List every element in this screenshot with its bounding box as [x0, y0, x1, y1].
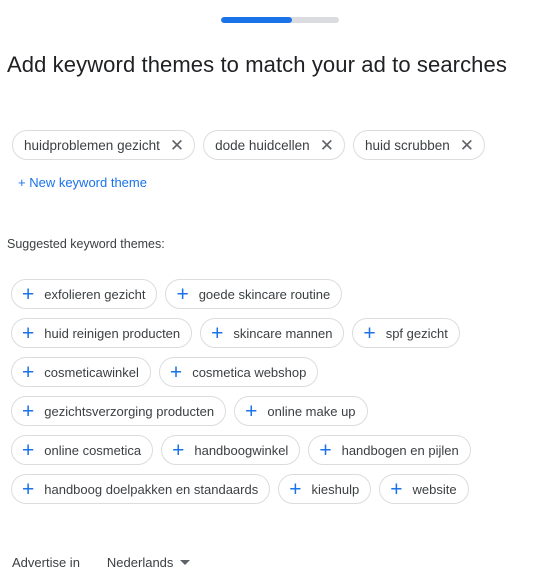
caret-down-icon [180, 560, 191, 565]
plus-icon: + [245, 399, 258, 423]
suggested-row: + handboog doelpakken en standaards + kiesh… [11, 474, 541, 504]
plus-icon: + [22, 477, 35, 501]
suggested-theme-chip[interactable]: + kieshulp [278, 474, 372, 504]
suggested-theme-label: online cosmetica [44, 442, 142, 458]
close-icon[interactable]: ✕ [170, 137, 184, 154]
suggested-theme-label: goede skincare routine [198, 286, 331, 302]
selected-theme-label: huidproblemen gezicht [24, 137, 160, 153]
close-icon[interactable]: ✕ [320, 137, 334, 154]
suggested-row: + exfolieren gezicht + goede skincare routi… [11, 279, 541, 309]
selected-theme-chip: huid scrubben ✕ [352, 130, 485, 160]
suggested-theme-chip[interactable]: + online cosmetica [11, 435, 154, 465]
suggested-theme-label: kieshulp [311, 481, 360, 497]
plus-icon: + [176, 282, 189, 306]
close-icon[interactable]: ✕ [460, 137, 474, 154]
page-title: Add keyword themes to match your ad to s… [7, 52, 507, 77]
selected-theme-label: dode huidcellen [215, 137, 310, 153]
suggested-themes-label: Suggested keyword themes: [7, 237, 165, 251]
selected-theme-label: huid scrubben [364, 137, 450, 153]
selected-theme-chip: dode huidcellen ✕ [203, 130, 345, 160]
plus-icon: + [390, 477, 403, 501]
suggested-keyword-themes: + exfolieren gezicht + goede skincare routi… [11, 279, 541, 504]
plus-icon: + [363, 321, 376, 345]
suggested-theme-chip[interactable]: + spf gezicht [352, 318, 460, 348]
suggested-theme-chip[interactable]: + handbogen en pijlen [308, 435, 471, 465]
suggested-theme-label: handboogwinkel [194, 442, 289, 458]
suggested-theme-chip[interactable]: + handboogwinkel [161, 435, 301, 465]
suggested-theme-label: huid reinigen producten [44, 325, 181, 341]
suggested-theme-chip[interactable]: + handboog doelpakken en standaards [11, 474, 271, 504]
suggested-theme-label: handboog doelpakken en standaards [44, 481, 259, 497]
plus-icon: + [22, 399, 35, 423]
suggested-theme-label: website [412, 481, 457, 497]
advertise-in-label: Advertise in [12, 555, 80, 570]
suggested-row: + cosmeticawinkel + cosmetica webshop [11, 357, 541, 387]
suggested-theme-label: skincare mannen [233, 325, 333, 341]
suggested-theme-chip[interactable]: + huid reinigen producten [11, 318, 193, 348]
suggested-theme-label: cosmeticawinkel [44, 364, 139, 380]
suggested-theme-label: online make up [267, 403, 356, 419]
new-keyword-theme-link[interactable]: + New keyword theme [18, 175, 147, 190]
suggested-theme-chip[interactable]: + cosmeticawinkel [11, 357, 151, 387]
suggested-theme-chip[interactable]: + skincare mannen [200, 318, 345, 348]
suggested-row: + online cosmetica + handboogwinkel + handbog… [11, 435, 541, 465]
plus-icon: + [169, 360, 183, 384]
suggested-theme-label: exfolieren gezicht [44, 286, 146, 302]
progress-fill [221, 17, 292, 23]
suggested-theme-chip[interactable]: + cosmetica webshop [158, 357, 319, 387]
suggested-theme-chip[interactable]: + online make up [234, 396, 368, 426]
plus-icon: + [172, 438, 185, 462]
suggested-row: + huid reinigen producten + skincare mannen… [11, 318, 541, 348]
suggested-theme-chip[interactable]: + exfolieren gezicht [11, 279, 158, 309]
suggested-row: + gezichtsverzorging producten + online mak… [11, 396, 541, 426]
suggested-theme-chip[interactable]: + gezichtsverzorging producten [11, 396, 227, 426]
selected-theme-chip: huidproblemen gezicht ✕ [12, 130, 196, 160]
plus-icon: + [211, 321, 224, 345]
plus-icon: + [319, 438, 332, 462]
suggested-theme-label: spf gezicht [385, 325, 448, 341]
plus-icon: + [22, 360, 35, 384]
plus-icon: + [22, 438, 35, 462]
plus-icon: + [22, 321, 35, 345]
country-dropdown[interactable]: Nederlands [107, 555, 191, 570]
suggested-theme-chip[interactable]: + goede skincare routine [165, 279, 343, 309]
plus-icon: + [289, 477, 302, 501]
progress-bar [221, 17, 339, 23]
suggested-theme-chip[interactable]: + website [379, 474, 469, 504]
advertise-in-row: Advertise in Nederlands [12, 555, 191, 570]
plus-icon: + [22, 282, 35, 306]
selected-keyword-themes: huidproblemen gezicht ✕ dode huidcellen ✕ hu… [12, 130, 485, 160]
suggested-theme-label: handbogen en pijlen [341, 442, 459, 458]
suggested-theme-label: gezichtsverzorging producten [44, 403, 215, 419]
suggested-theme-label: cosmetica webshop [192, 364, 307, 380]
country-value: Nederlands [106, 555, 174, 570]
